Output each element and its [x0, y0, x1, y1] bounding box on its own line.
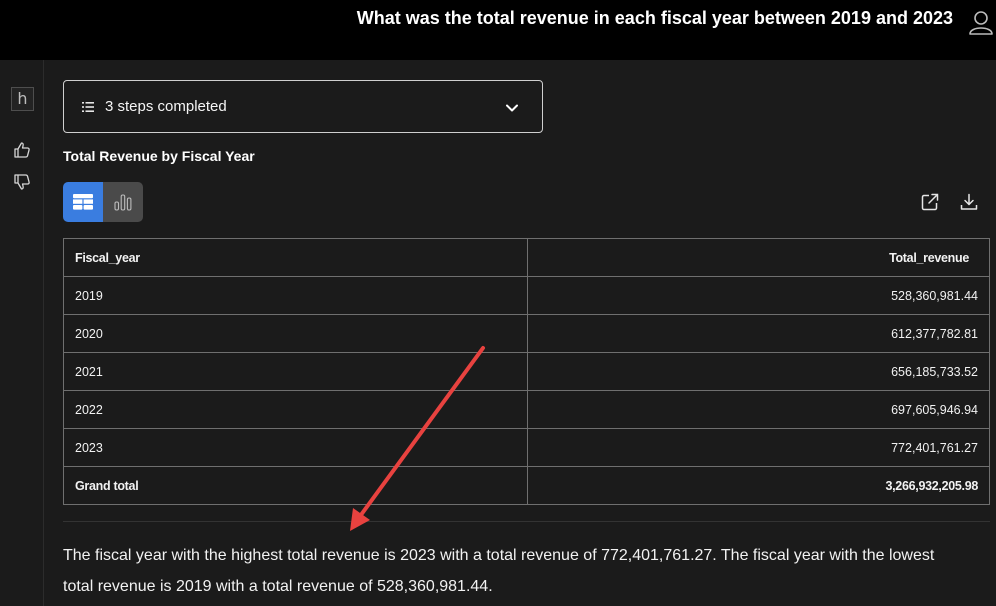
cell-fiscal-year: 2021: [63, 352, 528, 391]
grand-total-label: Grand total: [63, 466, 528, 505]
cell-total-revenue: 656,185,733.52: [527, 352, 990, 391]
table-row: 2021 656,185,733.52: [63, 352, 990, 391]
cell-fiscal-year: 2020: [63, 314, 528, 353]
open-external-icon[interactable]: [920, 192, 940, 212]
thumbs-up-icon[interactable]: [12, 140, 32, 160]
grand-total-value: 3,266,932,205.98: [527, 466, 990, 505]
cell-fiscal-year: 2019: [63, 276, 528, 315]
table-view-icon: [73, 194, 93, 210]
cell-fiscal-year: 2023: [63, 428, 528, 467]
cell-total-revenue: 772,401,761.27: [527, 428, 990, 467]
chevron-down-icon[interactable]: [504, 100, 520, 116]
cell-fiscal-year: 2022: [63, 390, 528, 429]
table-row: 2019 528,360,981.44: [63, 276, 990, 315]
column-header-fiscal-year[interactable]: Fiscal_year: [63, 238, 528, 277]
table-view-button[interactable]: [63, 182, 103, 222]
chart-view-button[interactable]: [103, 182, 143, 222]
download-icon[interactable]: [959, 192, 979, 212]
chart-view-icon: [114, 194, 132, 211]
revenue-table: Fiscal_year Total_revenue 2019 528,360,9…: [63, 238, 990, 505]
steps-dropdown[interactable]: 3 steps completed: [63, 80, 543, 133]
table-header-row: Fiscal_year Total_revenue: [63, 238, 990, 277]
steps-label: 3 steps completed: [105, 98, 227, 115]
cell-total-revenue: 528,360,981.44: [527, 276, 990, 315]
thumbs-down-icon[interactable]: [12, 172, 32, 192]
cell-total-revenue: 697,605,946.94: [527, 390, 990, 429]
list-icon: [82, 102, 94, 112]
divider: [63, 521, 990, 522]
question-title: What was the total revenue in each fisca…: [356, 8, 953, 28]
answer-summary: The fiscal year with the highest total r…: [63, 547, 935, 595]
column-header-total-revenue[interactable]: Total_revenue: [527, 238, 990, 277]
cell-total-revenue: 612,377,782.81: [527, 314, 990, 353]
left-sidebar: h: [0, 60, 44, 606]
view-toggle: [63, 182, 143, 222]
top-bar: What was the total revenue in each fisca…: [0, 0, 996, 60]
result-title: Total Revenue by Fiscal Year: [63, 148, 255, 164]
grand-total-row: Grand total 3,266,932,205.98: [63, 466, 990, 505]
table-row: 2020 612,377,782.81: [63, 314, 990, 353]
assistant-avatar: h: [11, 87, 34, 111]
table-row: 2023 772,401,761.27: [63, 428, 990, 467]
table-row: 2022 697,605,946.94: [63, 390, 990, 429]
user-icon[interactable]: [968, 9, 994, 35]
